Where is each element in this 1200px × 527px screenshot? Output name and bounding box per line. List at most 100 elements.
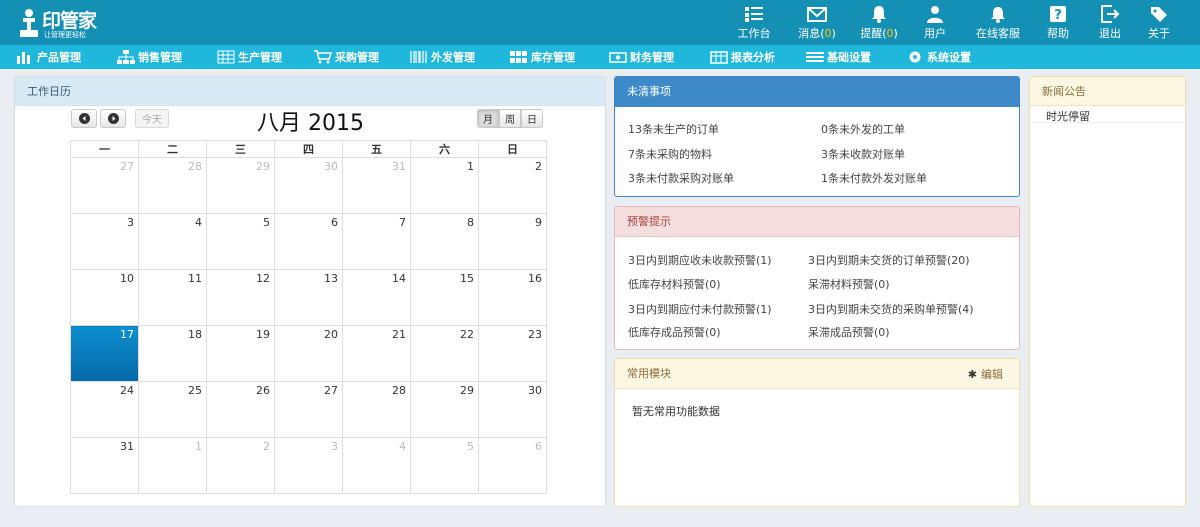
nav-label: 关于 — [1148, 27, 1170, 40]
calendar-day-cell[interactable]: 21 — [342, 325, 411, 382]
menu-label: 生产管理 — [238, 51, 282, 64]
menu-product[interactable]: 产品管理 — [16, 45, 81, 69]
calendar-day-cell[interactable]: 27 — [274, 381, 343, 438]
message-count: 0 — [824, 27, 832, 40]
nav-label: 用户 — [924, 27, 946, 40]
calendar-day-cell[interactable]: 1 — [410, 157, 479, 214]
pending-item-link[interactable]: 3条未收款对账单 — [821, 146, 905, 162]
view-day-button[interactable]: 日 — [521, 109, 543, 128]
calendar-day-cell[interactable]: 24 — [70, 381, 139, 438]
weekday-header: 四 — [274, 140, 343, 158]
calendar-day-cell[interactable]: 30 — [478, 381, 547, 438]
menu-purchase[interactable]: 采购管理 — [314, 45, 379, 69]
calendar-day-cell[interactable]: 2 — [206, 437, 275, 494]
menu-production[interactable]: 生产管理 — [217, 45, 282, 69]
calendar-day-cell[interactable]: 14 — [342, 269, 411, 326]
calendar-day-cell[interactable]: 3 — [70, 213, 139, 270]
warning-item-link[interactable]: 呆滞材料预警(0) — [808, 276, 890, 292]
warnings-panel: 预警提示 3日内到期应收未收款预警(1) 3日内到期未交货的订单预警(20) 低… — [614, 206, 1020, 350]
gear-icon: ✱ — [967, 367, 977, 381]
menu-outsourcing[interactable]: 外发管理 — [410, 45, 475, 69]
money-icon — [609, 52, 627, 63]
calendar-today-cell[interactable]: 17 — [70, 325, 139, 382]
calendar-week-row: 31 1 2 3 4 5 6 — [70, 437, 547, 494]
warning-item-link[interactable]: 3日内到期应收未收款预警(1) — [628, 252, 772, 268]
calendar-day-cell[interactable]: 15 — [410, 269, 479, 326]
view-week-button[interactable]: 周 — [499, 109, 521, 128]
calendar-day-cell[interactable]: 12 — [206, 269, 275, 326]
warning-item-link[interactable]: 低库存成品预警(0) — [628, 324, 721, 340]
edit-modules-button[interactable]: ✱ 编辑 — [968, 359, 1003, 389]
calendar-day-cell[interactable]: 29 — [206, 157, 275, 214]
menu-label: 报表分析 — [731, 51, 775, 64]
logout-icon — [1101, 5, 1120, 23]
calendar-day-cell[interactable]: 25 — [138, 381, 207, 438]
menu-finance[interactable]: 财务管理 — [609, 45, 674, 69]
calendar-day-cell[interactable]: 10 — [70, 269, 139, 326]
prev-month-button[interactable] — [71, 109, 97, 128]
calendar-day-cell[interactable]: 9 — [478, 213, 547, 270]
nav-user[interactable]: 用户 — [920, 0, 950, 45]
calendar-day-cell[interactable]: 1 — [138, 437, 207, 494]
warning-item-link[interactable]: 3日内到期未交货的订单预警(20) — [808, 252, 970, 268]
gear-icon — [909, 51, 921, 63]
pending-item-link[interactable]: 0条未外发的工单 — [821, 121, 905, 137]
nav-help[interactable]: ? 帮助 — [1044, 0, 1072, 45]
calendar-day-cell[interactable]: 29 — [410, 381, 479, 438]
calendar-day-cell[interactable]: 2 — [478, 157, 547, 214]
calendar-day-cell[interactable]: 16 — [478, 269, 547, 326]
nav-messages[interactable]: 消息(0) — [797, 0, 837, 45]
pending-item-link[interactable]: 13条未生产的订单 — [628, 121, 719, 137]
calendar-day-cell[interactable]: 19 — [206, 325, 275, 382]
calendar-day-cell[interactable]: 13 — [274, 269, 343, 326]
calendar-day-cell[interactable]: 22 — [410, 325, 479, 382]
calendar-day-cell[interactable]: 30 — [274, 157, 343, 214]
top-bar: 印管家 让管理更轻松 工作台 消息(0) 提醒(0) 用户 在线客服 ? 帮助 … — [0, 0, 1200, 45]
menu-system-settings[interactable]: 系统设置 — [906, 45, 971, 69]
calendar-day-cell[interactable]: 28 — [138, 157, 207, 214]
warning-item-link[interactable]: 3日内到期应付未付款预警(1) — [628, 301, 772, 317]
calendar-day-cell[interactable]: 7 — [342, 213, 411, 270]
menu-reports[interactable]: 报表分析 — [710, 45, 775, 69]
nav-about[interactable]: 关于 — [1145, 0, 1173, 45]
calendar-day-cell[interactable]: 3 — [274, 437, 343, 494]
calendar-day-cell[interactable]: 18 — [138, 325, 207, 382]
barcode-icon — [410, 51, 427, 63]
panel-title: 工作日历 — [15, 77, 605, 106]
calendar-day-cell[interactable]: 5 — [206, 213, 275, 270]
pending-item-link[interactable]: 1条未付款外发对账单 — [821, 170, 927, 186]
calendar-day-cell[interactable]: 28 — [342, 381, 411, 438]
calendar-day-cell[interactable]: 20 — [274, 325, 343, 382]
menu-basic-settings[interactable]: 基础设置 — [806, 45, 871, 69]
menu-sales[interactable]: 销售管理 — [117, 45, 182, 69]
calendar-day-cell[interactable]: 26 — [206, 381, 275, 438]
brand-slogan: 让管理更轻松 — [44, 31, 86, 39]
calendar-day-cell[interactable]: 6 — [478, 437, 547, 494]
warning-item-link[interactable]: 3日内到期未交货的采购单预警(4) — [808, 301, 974, 317]
menu-inventory[interactable]: 库存管理 — [510, 45, 575, 69]
warning-item-link[interactable]: 低库存材料预警(0) — [628, 276, 721, 292]
calendar-day-cell[interactable]: 4 — [342, 437, 411, 494]
pending-item-link[interactable]: 7条未采购的物料 — [628, 146, 712, 162]
calendar-day-cell[interactable]: 8 — [410, 213, 479, 270]
calendar-day-cell[interactable]: 31 — [342, 157, 411, 214]
weekday-header: 二 — [138, 140, 207, 158]
calendar-day-cell[interactable]: 11 — [138, 269, 207, 326]
nav-logout[interactable]: 退出 — [1096, 0, 1124, 45]
next-month-button[interactable] — [100, 109, 126, 128]
view-month-button[interactable]: 月 — [477, 109, 499, 128]
calendar-day-cell[interactable]: 5 — [410, 437, 479, 494]
warning-item-link[interactable]: 呆滞成品预警(0) — [808, 324, 890, 340]
today-button[interactable]: 今天 — [135, 109, 169, 128]
brand-logo[interactable]: 印管家 让管理更轻松 — [18, 6, 108, 40]
calendar-day-cell[interactable]: 23 — [478, 325, 547, 382]
nav-workbench[interactable]: 工作台 — [735, 0, 773, 45]
calendar-day-cell[interactable]: 31 — [70, 437, 139, 494]
calendar-day-cell[interactable]: 27 — [70, 157, 139, 214]
calendar-day-cell[interactable]: 6 — [274, 213, 343, 270]
nav-reminders[interactable]: 提醒(0) — [860, 0, 898, 45]
menu-label: 产品管理 — [37, 51, 81, 64]
calendar-day-cell[interactable]: 4 — [138, 213, 207, 270]
nav-online-service[interactable]: 在线客服 — [974, 0, 1022, 45]
pending-item-link[interactable]: 3条未付款采购对账单 — [628, 170, 734, 186]
